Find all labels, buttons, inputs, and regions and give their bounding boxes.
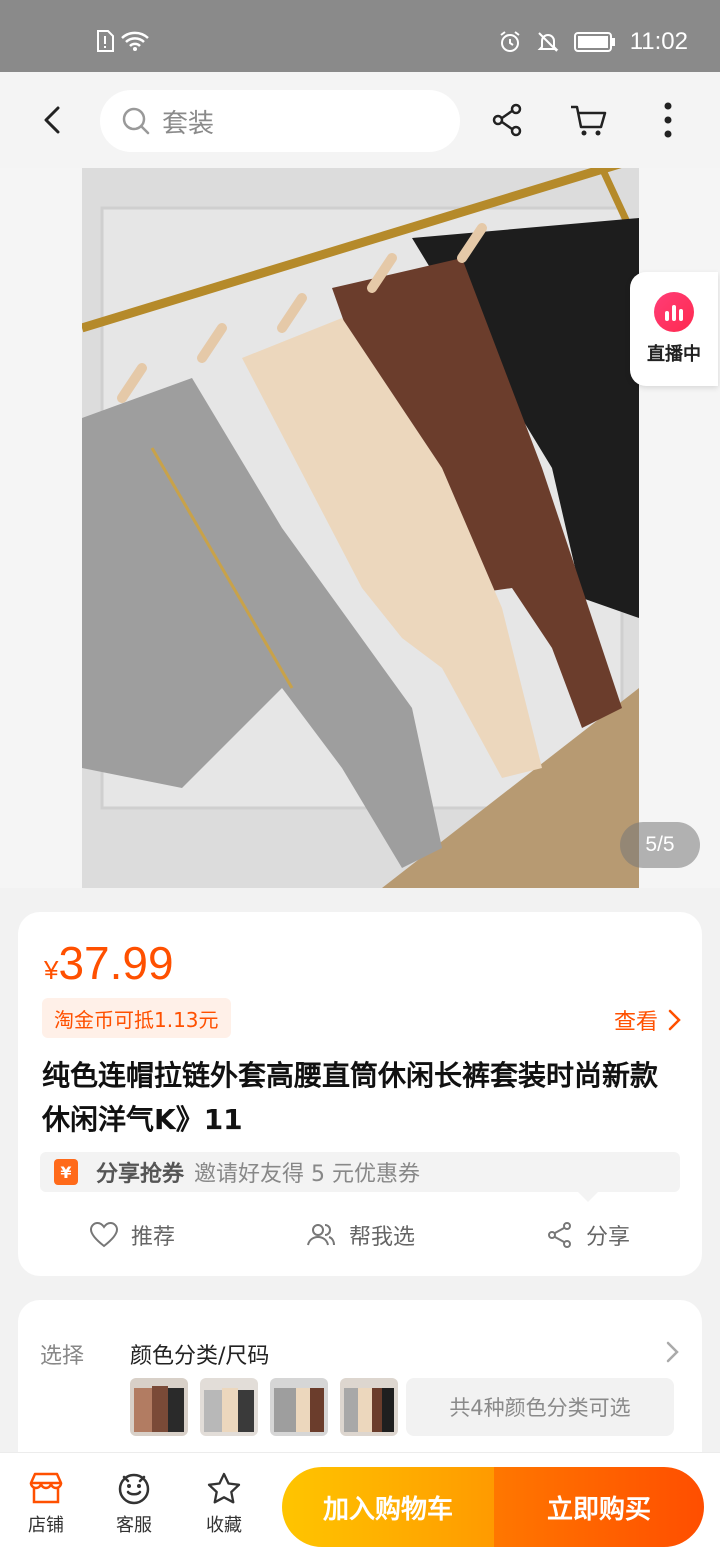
share-button[interactable] bbox=[488, 100, 528, 140]
live-label: 直播中 bbox=[647, 344, 701, 365]
select-label: 选择 bbox=[40, 1344, 85, 1369]
share-icon bbox=[492, 103, 522, 137]
chevron-right-icon bbox=[666, 1341, 679, 1363]
store-button[interactable]: 店铺 bbox=[6, 1471, 86, 1537]
add-to-cart-button[interactable]: 加入购物车 bbox=[282, 1467, 494, 1547]
status-bar: 11:02 bbox=[0, 0, 720, 72]
product-photo-illustration bbox=[82, 168, 639, 888]
store-icon bbox=[29, 1472, 63, 1504]
cart-button[interactable] bbox=[568, 100, 608, 140]
chevron-right-icon bbox=[668, 1009, 681, 1031]
share-icon bbox=[547, 1222, 571, 1248]
coupon-pointer bbox=[578, 1192, 598, 1202]
share-action-button[interactable]: 分享 bbox=[474, 1212, 702, 1258]
variant-thumbnail[interactable] bbox=[200, 1378, 258, 1436]
product-title: 纯色连帽拉链外套高腰直筒休闲长裤套装时尚新款休闲洋气K》11 bbox=[42, 1059, 659, 1136]
battery-icon bbox=[573, 32, 615, 52]
bottom-action-bar: 店铺 客服 收藏 加入购物车 立即购买 bbox=[0, 1452, 720, 1560]
share-coupon-bar[interactable]: ¥ 分享抢券 邀请好友得 5 元优惠券 bbox=[40, 1152, 680, 1192]
price-currency: ¥ bbox=[44, 955, 59, 985]
favorite-label: 收藏 bbox=[206, 1515, 242, 1536]
cart-icon bbox=[571, 105, 607, 136]
mute-icon bbox=[537, 32, 559, 52]
sku-select-card[interactable]: 选择 颜色分类/尺码 共4种颜色分类可选 bbox=[18, 1300, 702, 1470]
friends-icon bbox=[307, 1224, 335, 1246]
view-link[interactable]: 查看 bbox=[614, 1004, 682, 1036]
status-time: 11:02 bbox=[629, 28, 688, 55]
share-label: 分享 bbox=[585, 1225, 630, 1250]
status-right-icons: 11:02 bbox=[498, 28, 688, 56]
coupon-yen-icon: ¥ bbox=[54, 1159, 78, 1185]
service-label: 客服 bbox=[116, 1515, 152, 1536]
wifi-icon bbox=[121, 31, 149, 51]
recommend-label: 推荐 bbox=[130, 1225, 175, 1250]
product-info-card: ¥37.99 淘金币可抵1.13元 查看 纯色连帽拉链外套高腰直筒休闲长裤套装时… bbox=[18, 912, 702, 1276]
image-page-indicator: 5/5 bbox=[620, 822, 700, 868]
variant-thumbnails bbox=[130, 1378, 398, 1436]
product-image-gallery[interactable]: 直播中 5/5 bbox=[0, 168, 720, 888]
sim-alert-icon bbox=[97, 30, 114, 52]
live-stream-badge[interactable]: 直播中 bbox=[630, 272, 718, 386]
back-button[interactable] bbox=[34, 100, 74, 140]
coupon-title: 分享抢券 bbox=[96, 1162, 185, 1187]
variant-thumbnail[interactable] bbox=[340, 1378, 398, 1436]
alarm-icon bbox=[500, 31, 520, 52]
live-icon bbox=[654, 292, 694, 332]
favorite-button[interactable]: 收藏 bbox=[184, 1471, 264, 1537]
more-vertical-icon bbox=[664, 102, 672, 138]
product-image bbox=[82, 168, 639, 888]
star-icon bbox=[207, 1472, 241, 1504]
customer-service-button[interactable]: 客服 bbox=[94, 1471, 174, 1537]
buy-now-button[interactable]: 立即购买 bbox=[494, 1467, 704, 1547]
select-title: 颜色分类/尺码 bbox=[130, 1344, 270, 1369]
more-button[interactable] bbox=[648, 100, 688, 140]
recommend-button[interactable]: 推荐 bbox=[18, 1212, 246, 1258]
search-placeholder: 套装 bbox=[162, 108, 215, 139]
store-label: 店铺 bbox=[28, 1515, 64, 1536]
action-row: 推荐 帮我选 分享 bbox=[18, 1212, 702, 1258]
price: ¥37.99 bbox=[44, 936, 174, 990]
view-label: 查看 bbox=[613, 1010, 658, 1035]
coupon-description: 邀请好友得 5 元优惠券 bbox=[194, 1162, 420, 1187]
status-left-icons bbox=[96, 30, 150, 52]
price-amount: 37.99 bbox=[58, 937, 174, 989]
search-input[interactable]: 套装 bbox=[100, 90, 460, 152]
variant-summary[interactable]: 共4种颜色分类可选 bbox=[406, 1378, 674, 1436]
search-icon bbox=[122, 107, 150, 135]
back-arrow-icon bbox=[44, 106, 60, 134]
variant-thumbnail[interactable] bbox=[270, 1378, 328, 1436]
help-choose-label: 帮我选 bbox=[348, 1225, 415, 1250]
help-choose-button[interactable]: 帮我选 bbox=[246, 1212, 474, 1258]
coin-discount-tag: 淘金币可抵1.13元 bbox=[42, 998, 231, 1038]
service-smile-icon bbox=[118, 1473, 150, 1505]
variant-thumbnail[interactable] bbox=[130, 1378, 188, 1436]
top-nav: 套装 bbox=[0, 72, 720, 168]
heart-icon bbox=[89, 1221, 118, 1248]
